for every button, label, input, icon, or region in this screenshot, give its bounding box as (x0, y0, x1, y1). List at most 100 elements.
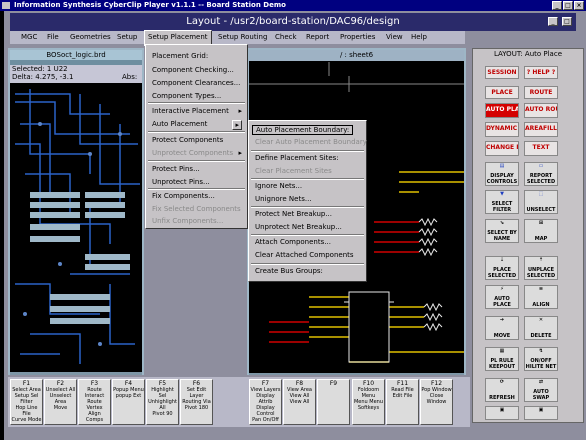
palette-place-selected-button[interactable]: ⇣ PLACE SELECTED (485, 256, 519, 280)
palette-areafill-button[interactable]: AREAFILL (524, 122, 558, 137)
submenu-item-auto-placement-boundary[interactable]: Auto Placement Boundary: (252, 125, 354, 135)
palette-change-ref-button[interactable]: CHANGE REF (485, 141, 519, 156)
menu-help[interactable]: Help (411, 31, 427, 44)
submenu-item-attach-components[interactable]: Attach Components... (255, 238, 331, 246)
function-key-action: Route Interact (84, 387, 105, 399)
close-button[interactable]: × (574, 1, 584, 10)
palette-extra-button-2[interactable]: ▣ (524, 406, 558, 420)
menu-item-fix-selected-components[interactable]: Fix Selected Components (152, 205, 241, 213)
function-key-f11[interactable]: F11 Read File Edit File (386, 379, 419, 425)
pcb-canvas[interactable] (10, 84, 142, 372)
menu-setup-routing[interactable]: Setup Routing (218, 31, 267, 44)
window-title-bar: Information Synthesis CyberClip Player v… (0, 0, 586, 11)
palette-session-button[interactable]: SESSION (485, 66, 519, 79)
maximize-button[interactable]: □ (563, 1, 573, 10)
select-filter-icon: ▼ (500, 191, 504, 197)
align-icon: ≡ (538, 286, 544, 292)
minimize-button[interactable]: _ (552, 1, 562, 10)
palette-move-button[interactable]: ➔ MOVE (485, 316, 519, 340)
palette-hilite-net-button[interactable]: ↯ ON/OFF HILITE NET (524, 347, 558, 371)
menu-separator (148, 188, 245, 190)
menu-item-interactive-placement[interactable]: Interactive Placement (152, 107, 229, 115)
window-title: Information Synthesis CyberClip Player v… (14, 1, 286, 9)
submenu-item-protect-net-breakup[interactable]: Protect Net Breakup... (255, 210, 332, 218)
palette-auto-route-button[interactable]: AUTO ROUTE (524, 103, 558, 118)
palette-help-button[interactable]: ? HELP ? (524, 66, 558, 79)
schematic-hscroll[interactable] (249, 373, 464, 375)
palette-route-button[interactable]: ROUTE (524, 86, 558, 99)
menu-item-placement-grid[interactable]: Placement Grid: (152, 52, 208, 60)
menu-item-component-types[interactable]: Component Types... (152, 92, 221, 100)
function-key-f8[interactable]: F8 View Area View All View All (283, 379, 316, 425)
submenu-item-ignore-nets[interactable]: Ignore Nets... (255, 182, 302, 190)
menu-item-unprotect-components[interactable]: Unprotect Components (152, 149, 233, 157)
function-key-f3[interactable]: F3 Route Interact Route Vertex Align Comps (78, 379, 111, 425)
layout-maximize-button[interactable]: □ (562, 17, 572, 26)
auto-swap-icon: ⇄ (538, 379, 544, 385)
palette-select-by-name-button[interactable]: ⇘ SELECT BY NAME (485, 219, 519, 243)
submenu-item-clear-attached-components[interactable]: Clear Attached Components (255, 251, 354, 259)
menu-mgc[interactable]: MGC (21, 31, 37, 44)
function-key-f2[interactable]: F2 Unselect All Unselect Area Move (44, 379, 77, 425)
function-key-action: Move (53, 405, 68, 411)
palette-place-button[interactable]: PLACE (485, 86, 519, 99)
menu-item-component-checking[interactable]: Component Checking... (152, 66, 234, 74)
palette-refresh-button[interactable]: ⟳ REFRESH (485, 378, 519, 402)
menu-item-protect-pins[interactable]: Protect Pins... (152, 165, 200, 173)
pcb-hscroll[interactable] (10, 372, 142, 375)
palette-pl-rule-keepout-button[interactable]: ▦ PL RULE KEEPOUT (485, 347, 519, 371)
menu-view[interactable]: View (386, 31, 403, 44)
function-key-f4[interactable]: F4 Popup Menu popup Ext (112, 379, 145, 425)
function-key-f1[interactable]: F1 Select Area Setup Sel Filter Hop Line Fi… (10, 379, 43, 425)
function-key-f5[interactable]: F5 Highlight Sel Unhighlight All Pivot 90 (146, 379, 179, 425)
palette-auto-place-icon-button[interactable]: ⚡ AUTO PLACE (485, 285, 519, 309)
palette-dynamic-ctrls-button[interactable]: DYNAMIC CTRLS (485, 122, 519, 137)
function-key-f10[interactable]: F10 Foldoom Menu Menu Menu Softkeys (352, 379, 385, 425)
menu-separator (251, 234, 364, 236)
submenu-item-clear-auto-placement-boundary[interactable]: Clear Auto Placement Boundary (255, 138, 367, 146)
function-key-action: Set Edit Layer (186, 387, 207, 399)
palette-unplace-selected-button[interactable]: ⇡ UNPLACE SELECTED (524, 256, 558, 280)
menu-item-unfix-components[interactable]: Unfix Components... (152, 217, 223, 225)
map-icon: ⊞ (538, 220, 544, 226)
menu-properties[interactable]: Properties (340, 31, 375, 44)
palette-header: LAYOUT: Auto Place (493, 50, 562, 58)
chip-icon: ▣ (538, 407, 544, 413)
menu-setup[interactable]: Setup (117, 31, 137, 44)
menu-item-auto-placement[interactable]: Auto Placement (152, 120, 207, 128)
submenu-item-create-bus-groups[interactable]: Create Bus Groups: (255, 267, 323, 275)
menu-item-protect-components[interactable]: Protect Components (152, 136, 223, 144)
palette-select-filter-button[interactable]: ▼ SELECT FILTER (485, 190, 519, 214)
menu-report[interactable]: Report (306, 31, 329, 44)
menu-item-unprotect-pins[interactable]: Unprotect Pins... (152, 178, 210, 186)
submenu-item-define-placement-sites[interactable]: Define Placement Sites: (255, 154, 339, 162)
pcb-delta-text: Delta: 4.275, -3.1 (12, 73, 74, 81)
submenu-item-clear-placement-sites[interactable]: Clear Placement Sites (255, 167, 332, 175)
palette-text-button[interactable]: TEXT (524, 141, 558, 156)
function-key-action: Align Comps (85, 411, 104, 423)
menu-check[interactable]: Check (275, 31, 297, 44)
palette-unselect-button[interactable]: ⬚ UNSELECT (524, 190, 558, 214)
function-key-f12[interactable]: F12 Pop Window Close Window (420, 379, 453, 425)
menu-item-fix-components[interactable]: Fix Components... (152, 192, 215, 200)
palette-auto-swap-button[interactable]: ⇄ AUTO SWAP (524, 378, 558, 402)
function-key-f6[interactable]: F6 Set Edit Layer Routing Via Pivot 180 (180, 379, 213, 425)
function-key-f9[interactable]: F9 (317, 379, 350, 425)
palette-extra-button-1[interactable]: ▣ (485, 406, 519, 420)
menu-file[interactable]: File (47, 31, 59, 44)
palette-delete-button[interactable]: ✕ DELETE (524, 316, 558, 340)
submenu-item-unignore-nets[interactable]: Unignore Nets... (255, 195, 312, 203)
menu-geometries[interactable]: Geometries (70, 31, 111, 44)
function-key-action: Curve Mode (11, 417, 42, 423)
submenu-item-unprotect-net-breakup[interactable]: Unprotect Net Breakup... (255, 223, 342, 231)
function-key-action: Route Vertex (86, 399, 103, 411)
menu-item-component-clearances[interactable]: Component Clearances... (152, 79, 240, 87)
palette-display-controls-button[interactable]: ▤ DISPLAY CONTROLS (485, 162, 519, 186)
layout-minimize-button[interactable]: _ (548, 17, 558, 26)
palette-report-selected-button[interactable]: ▭ REPORT SELECTED (524, 162, 558, 186)
hilite-net-icon: ↯ (538, 348, 544, 354)
palette-align-button[interactable]: ≡ ALIGN (524, 285, 558, 309)
palette-map-button[interactable]: ⊞ MAP (524, 219, 558, 243)
function-key-f7[interactable]: F7 View Layers Display Attrib Display Contr… (249, 379, 282, 425)
palette-auto-place-button[interactable]: AUTO PLACE (485, 103, 519, 118)
